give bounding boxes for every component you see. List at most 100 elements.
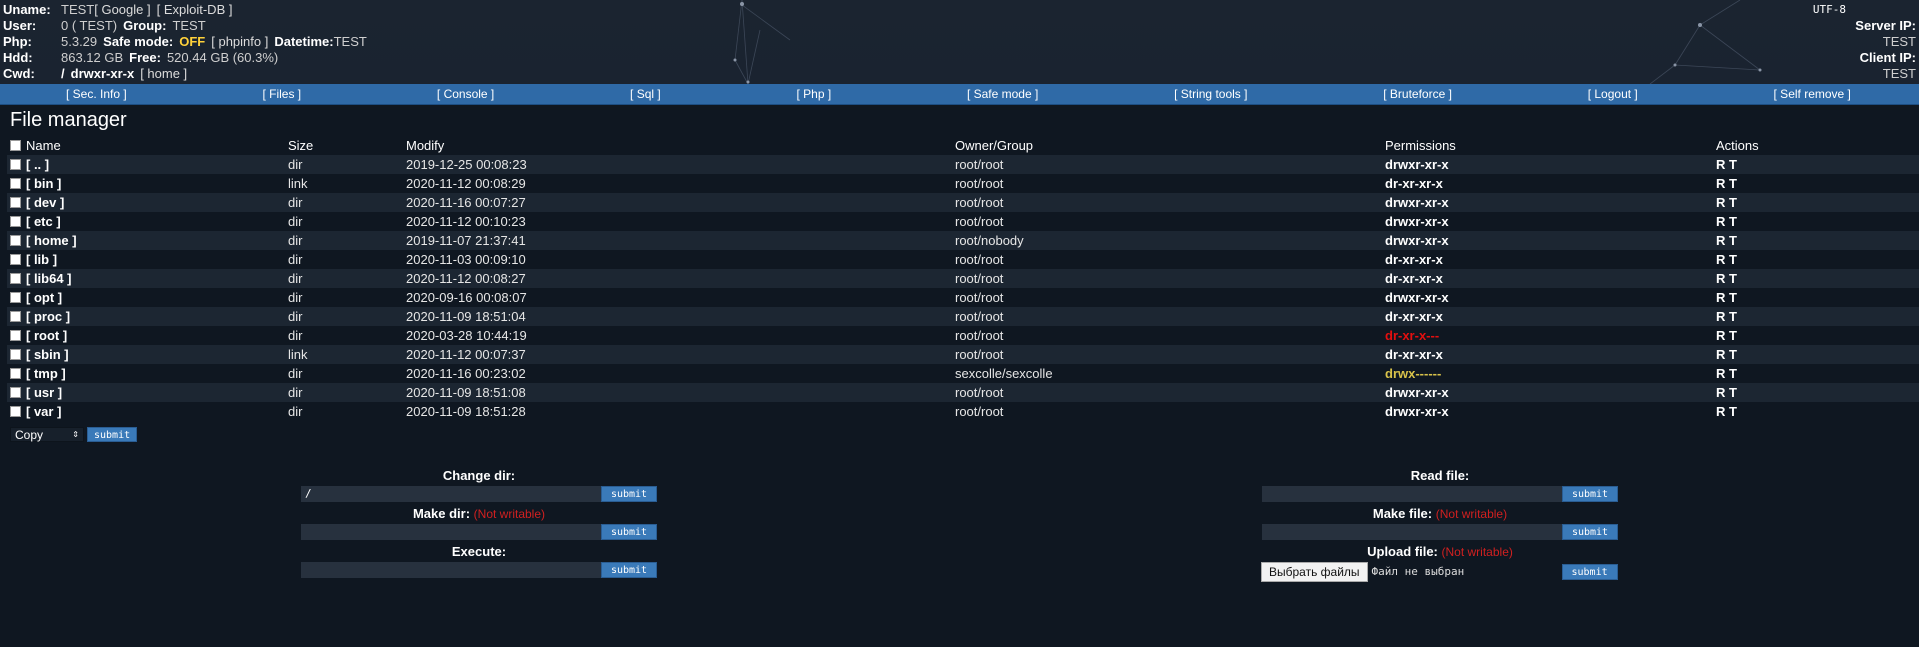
execute-submit-button[interactable]: submit (601, 562, 657, 578)
rename-touch-actions[interactable]: R T (1716, 252, 1737, 267)
rename-touch-actions[interactable]: R T (1716, 195, 1737, 210)
menu-files[interactable]: [ Files ] (262, 87, 301, 101)
menu-php[interactable]: [ Php ] (797, 87, 832, 101)
bulk-submit-button[interactable]: submit (87, 427, 138, 442)
permissions-link[interactable]: drwxr-xr-x (1385, 195, 1449, 210)
file-permissions[interactable]: dr-xr-x--- (1382, 326, 1713, 345)
permissions-link[interactable]: dr-xr-xr-x (1385, 309, 1443, 324)
menu-console[interactable]: [ Console ] (437, 87, 494, 101)
file-actions[interactable]: R T (1713, 250, 1919, 269)
rename-touch-actions[interactable]: R T (1716, 347, 1737, 362)
rename-touch-actions[interactable]: R T (1716, 404, 1737, 419)
rename-touch-actions[interactable]: R T (1716, 366, 1737, 381)
file-actions[interactable]: R T (1713, 231, 1919, 250)
home-link[interactable]: [ home ] (140, 66, 187, 82)
exploit-db-link[interactable]: [ Exploit-DB ] (157, 2, 233, 18)
file-permissions[interactable]: drwxr-xr-x (1382, 155, 1713, 174)
bulk-action-select[interactable]: Copy ⇕ (10, 427, 84, 442)
file-permissions[interactable]: drwxr-xr-x (1382, 193, 1713, 212)
row-checkbox[interactable] (10, 197, 21, 208)
permissions-link[interactable]: dr-xr-xr-x (1385, 347, 1443, 362)
file-name-link[interactable]: [ home ] (26, 233, 77, 248)
row-checkbox[interactable] (10, 235, 21, 246)
file-actions[interactable]: R T (1713, 174, 1919, 193)
row-checkbox[interactable] (10, 368, 21, 379)
permissions-link[interactable]: dr-xr-xr-x (1385, 271, 1443, 286)
row-checkbox[interactable] (10, 406, 21, 417)
permissions-link[interactable]: drwxr-xr-x (1385, 290, 1449, 305)
file-actions[interactable]: R T (1713, 193, 1919, 212)
cwd-path-link[interactable]: / (61, 66, 65, 82)
menu-string-tools[interactable]: [ String tools ] (1174, 87, 1247, 101)
file-permissions[interactable]: dr-xr-xr-x (1382, 174, 1713, 193)
file-name-link[interactable]: [ dev ] (26, 195, 64, 210)
permissions-link[interactable]: drwxr-xr-x (1385, 404, 1449, 419)
file-name-link[interactable]: [ lib64 ] (26, 271, 72, 286)
file-name-link[interactable]: [ var ] (26, 404, 61, 419)
select-all-checkbox[interactable] (10, 140, 21, 151)
row-checkbox[interactable] (10, 349, 21, 360)
file-actions[interactable]: R T (1713, 155, 1919, 174)
permissions-link[interactable]: dr-xr-xr-x (1385, 252, 1443, 267)
file-permissions[interactable]: dr-xr-xr-x (1382, 345, 1713, 364)
row-checkbox[interactable] (10, 292, 21, 303)
file-permissions[interactable]: dr-xr-xr-x (1382, 307, 1713, 326)
menu-logout[interactable]: [ Logout ] (1588, 87, 1638, 101)
file-permissions[interactable]: drwxr-xr-x (1382, 383, 1713, 402)
menu-self-remove[interactable]: [ Self remove ] (1774, 87, 1851, 101)
file-name-link[interactable]: [ bin ] (26, 176, 61, 191)
rename-touch-actions[interactable]: R T (1716, 214, 1737, 229)
make-file-input[interactable] (1262, 524, 1562, 540)
upload-submit-button[interactable]: submit (1561, 564, 1618, 580)
permissions-link[interactable]: dr-xr-xr-x (1385, 176, 1443, 191)
file-actions[interactable]: R T (1713, 364, 1919, 383)
row-checkbox[interactable] (10, 159, 21, 170)
file-permissions[interactable]: drwxr-xr-x (1382, 231, 1713, 250)
permissions-link[interactable]: drwxr-xr-x (1385, 214, 1449, 229)
choose-file-button[interactable]: Выбрать файлы (1261, 562, 1368, 582)
row-checkbox[interactable] (10, 387, 21, 398)
menu-safe-mode[interactable]: [ Safe mode ] (967, 87, 1038, 101)
file-name-link[interactable]: [ root ] (26, 328, 67, 343)
file-permissions[interactable]: drwxr-xr-x (1382, 212, 1713, 231)
file-actions[interactable]: R T (1713, 402, 1919, 421)
row-checkbox[interactable] (10, 311, 21, 322)
file-actions[interactable]: R T (1713, 383, 1919, 402)
file-actions[interactable]: R T (1713, 269, 1919, 288)
file-name-link[interactable]: [ sbin ] (26, 347, 69, 362)
file-permissions[interactable]: drwxr-xr-x (1382, 288, 1713, 307)
rename-touch-actions[interactable]: R T (1716, 309, 1737, 324)
menu-bruteforce[interactable]: [ Bruteforce ] (1383, 87, 1452, 101)
encoding-select[interactable]: UTF-8 (1813, 2, 1916, 18)
rename-touch-actions[interactable]: R T (1716, 157, 1737, 172)
google-link[interactable]: [ Google ] (94, 2, 150, 18)
file-name-link[interactable]: [ opt ] (26, 290, 62, 305)
file-permissions[interactable]: dr-xr-xr-x (1382, 250, 1713, 269)
file-permissions[interactable]: drwxr-xr-x (1382, 402, 1713, 421)
rename-touch-actions[interactable]: R T (1716, 233, 1737, 248)
make-dir-submit-button[interactable]: submit (601, 524, 657, 540)
menu-sql[interactable]: [ Sql ] (630, 87, 661, 101)
permissions-link[interactable]: drwxr-xr-x (1385, 385, 1449, 400)
rename-touch-actions[interactable]: R T (1716, 290, 1737, 305)
permissions-link[interactable]: drwxr-xr-x (1385, 157, 1449, 172)
file-permissions[interactable]: drwx------ (1382, 364, 1713, 383)
file-name-link[interactable]: [ usr ] (26, 385, 62, 400)
row-checkbox[interactable] (10, 178, 21, 189)
file-name-link[interactable]: [ etc ] (26, 214, 61, 229)
file-actions[interactable]: R T (1713, 307, 1919, 326)
file-permissions[interactable]: dr-xr-xr-x (1382, 269, 1713, 288)
file-actions[interactable]: R T (1713, 212, 1919, 231)
make-dir-input[interactable] (301, 524, 601, 540)
file-name-link[interactable]: [ proc ] (26, 309, 70, 324)
menu-sec-info[interactable]: [ Sec. Info ] (66, 87, 127, 101)
execute-input[interactable] (301, 562, 601, 578)
rename-touch-actions[interactable]: R T (1716, 176, 1737, 191)
permissions-link[interactable]: drwx------ (1385, 366, 1441, 381)
read-file-input[interactable] (1262, 486, 1562, 502)
change-dir-input[interactable]: / (301, 486, 601, 502)
permissions-link[interactable]: drwxr-xr-x (1385, 233, 1449, 248)
phpinfo-link[interactable]: [ phpinfo ] (211, 34, 268, 50)
row-checkbox[interactable] (10, 254, 21, 265)
read-file-submit-button[interactable]: submit (1562, 486, 1618, 502)
